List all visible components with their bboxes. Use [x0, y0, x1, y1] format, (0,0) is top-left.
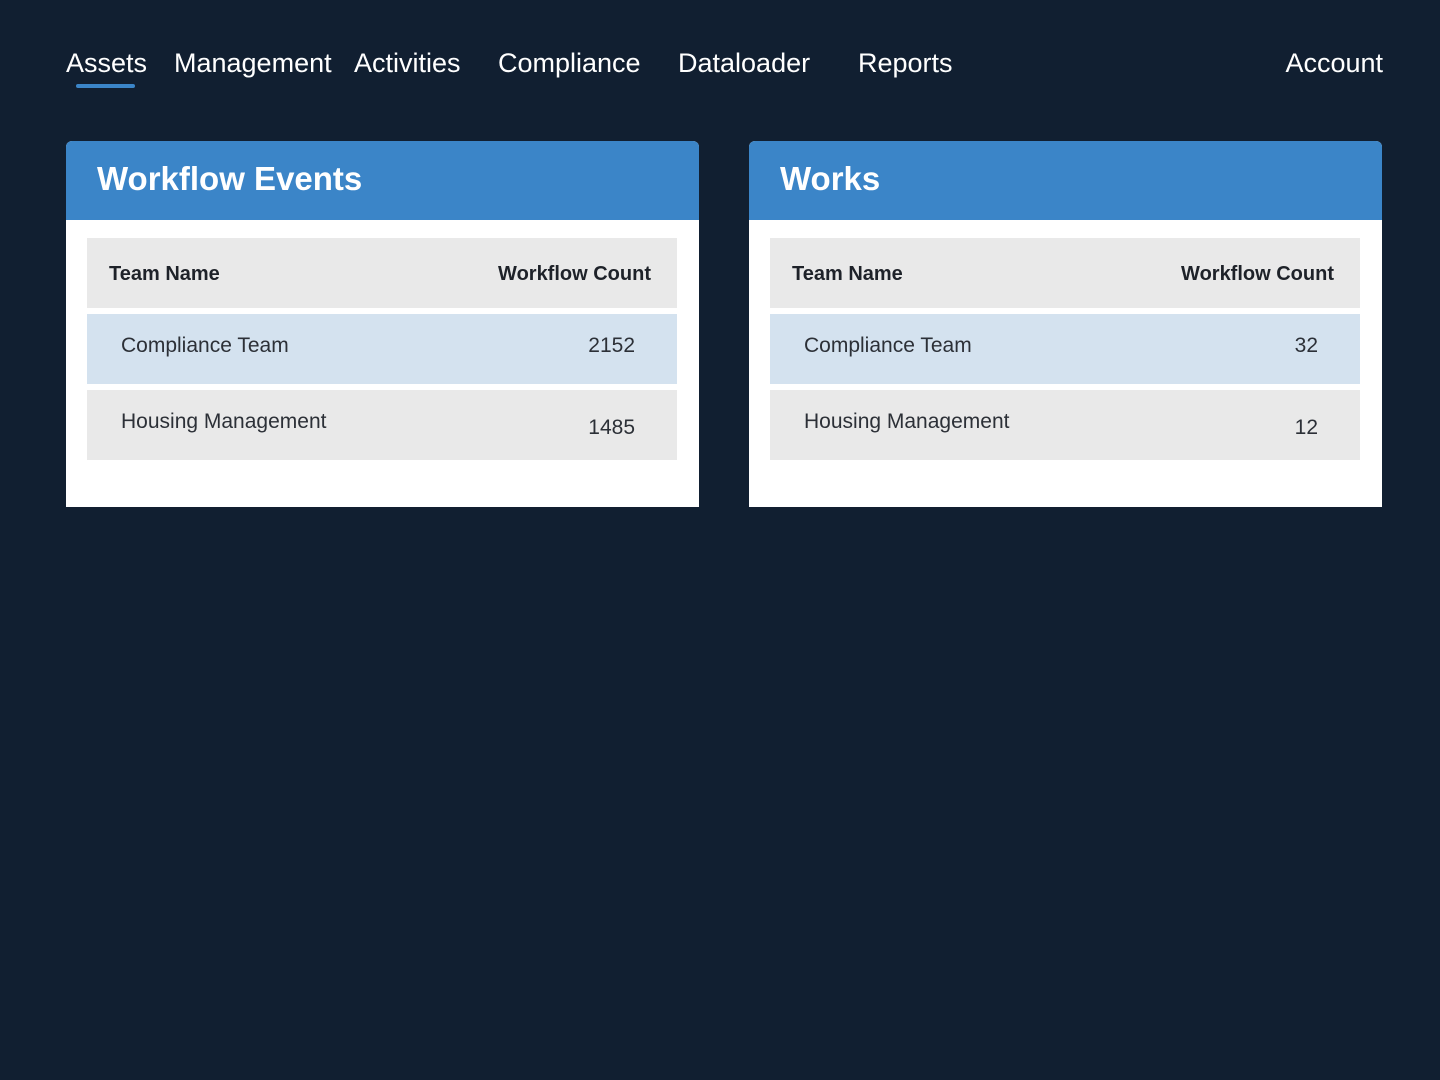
- top-navigation: Assets Management Activities Compliance …: [0, 0, 1440, 110]
- table-row[interactable]: Housing Management 1485: [87, 390, 677, 460]
- works-table: Team Name Workflow Count Compliance Team…: [770, 238, 1360, 460]
- team-name-cell: Housing Management: [121, 410, 327, 433]
- panel-header: Workflow Events: [66, 141, 699, 220]
- team-name-cell: Compliance Team: [121, 334, 289, 357]
- team-name-cell: Compliance Team: [804, 334, 972, 357]
- panel-header: Works: [749, 141, 1382, 220]
- column-header-workflow-count[interactable]: Workflow Count: [1181, 261, 1334, 287]
- workflow-count-cell: 1485: [588, 416, 635, 439]
- workflow-count-cell: 12: [1294, 416, 1318, 439]
- workflow-events-table: Team Name Workflow Count Compliance Team…: [87, 238, 677, 460]
- nav-item-compliance[interactable]: Compliance: [498, 44, 641, 82]
- workflow-count-cell: 2152: [588, 334, 635, 357]
- works-panel: Works Team Name Workflow Count Complianc…: [749, 141, 1382, 507]
- workflow-count-cell: 32: [1294, 334, 1318, 357]
- nav-item-dataloader[interactable]: Dataloader: [678, 44, 810, 82]
- table-row[interactable]: Compliance Team 2152: [87, 314, 677, 384]
- column-header-workflow-count[interactable]: Workflow Count: [498, 261, 651, 287]
- nav-item-reports[interactable]: Reports: [858, 44, 953, 82]
- panel-title: Workflow Events: [97, 160, 363, 197]
- column-header-team-name[interactable]: Team Name: [792, 261, 903, 287]
- team-name-cell: Housing Management: [804, 410, 1010, 433]
- nav-item-management[interactable]: Management: [174, 44, 332, 82]
- workflow-events-panel: Workflow Events Team Name Workflow Count…: [66, 141, 699, 507]
- column-header-team-name[interactable]: Team Name: [109, 261, 220, 287]
- table-header: Team Name Workflow Count: [87, 238, 677, 308]
- nav-item-assets[interactable]: Assets: [66, 44, 147, 82]
- table-header: Team Name Workflow Count: [770, 238, 1360, 308]
- panel-title: Works: [780, 160, 881, 197]
- nav-item-activities[interactable]: Activities: [354, 44, 461, 82]
- table-row[interactable]: Compliance Team 32: [770, 314, 1360, 384]
- table-row[interactable]: Housing Management 12: [770, 390, 1360, 460]
- active-tab-indicator: [76, 84, 135, 88]
- nav-item-account[interactable]: Account: [1285, 44, 1383, 82]
